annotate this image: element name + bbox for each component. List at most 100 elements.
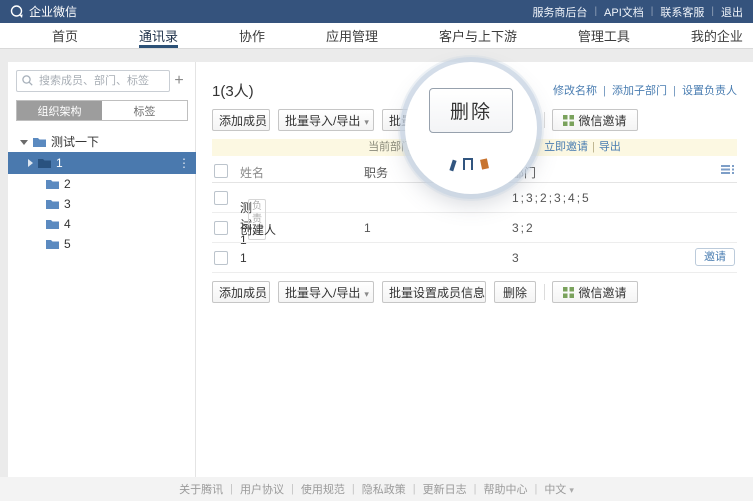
invite-now-link[interactable]: 立即邀请 (544, 139, 588, 156)
member-title: 1 (364, 221, 371, 235)
separator: | (351, 483, 355, 495)
topbar-links: 服务商后台 | API文档 | 联系客服 | 退出 (532, 4, 743, 20)
separator: | (534, 483, 538, 495)
batch-import-export-button[interactable]: 批量导入/导出 ▾ (278, 109, 374, 131)
magnified-text-fragment (449, 159, 457, 172)
kebab-icon[interactable]: ⋮ (178, 152, 190, 174)
tree-node[interactable]: 3 (8, 194, 196, 214)
tree-node-label: 测试一下 (51, 135, 100, 149)
batch-import-export-button[interactable]: 批量导入/导出 ▾ (278, 281, 374, 303)
topbar: 企业微信 服务商后台 | API文档 | 联系客服 | 退出 (0, 0, 753, 23)
row-checkbox[interactable] (214, 251, 228, 265)
sidebar-tabs: 组织架构 标签 (16, 100, 188, 121)
tab-collaboration[interactable]: 协作 (239, 23, 265, 48)
divider (544, 284, 545, 300)
tree-node-selected[interactable]: 1 ⋮ (8, 152, 196, 174)
tab-home[interactable]: 首页 (52, 23, 78, 48)
member-name: 创建人 (240, 223, 277, 237)
org-tree: 测试一下 1 ⋮ 2 3 4 5 (8, 132, 196, 254)
sidebar-search-row: + (16, 70, 188, 92)
magnified-text-fragment (480, 158, 489, 170)
select-all-checkbox[interactable] (214, 164, 228, 178)
add-member-button[interactable]: 添加成员 (212, 281, 270, 303)
language-selector[interactable]: 中文 ▾ (544, 481, 574, 497)
footer-link-changelog[interactable]: 更新日志 (423, 481, 467, 497)
row-checkbox[interactable] (214, 221, 228, 235)
member-department: 1;3;2;3;4;5 (512, 191, 591, 205)
search-box (16, 70, 170, 92)
tree-node[interactable]: 4 (8, 214, 196, 234)
export-link[interactable]: 导出 (599, 139, 621, 156)
table-row[interactable]: 创建人 1 3;2 (212, 213, 737, 243)
folder-icon (46, 180, 59, 189)
add-subdepartment-link[interactable]: 添加子部门 (612, 85, 667, 97)
tree-node-label: 4 (64, 217, 71, 231)
table-row[interactable]: 1 3 邀请 (212, 243, 737, 273)
brand-label: 企业微信 (29, 5, 78, 19)
caret-right-icon[interactable] (28, 159, 33, 167)
footer-link-privacy-policy[interactable]: 隐私政策 (362, 481, 406, 497)
tab-contacts[interactable]: 通讯录 (139, 23, 178, 48)
tree-node-label: 1 (56, 156, 63, 170)
grid-icon (563, 287, 575, 298)
chat-bubble-icon (10, 4, 23, 18)
separator: | (650, 6, 654, 17)
footer-link-help-center[interactable]: 帮助中心 (483, 481, 527, 497)
topbar-link-contact-support[interactable]: 联系客服 (660, 4, 704, 20)
invite-button[interactable]: 邀请 (695, 248, 735, 266)
magnified-text-fragment (463, 158, 473, 170)
add-member-button[interactable]: 添加成员 (212, 109, 270, 131)
separator: | (673, 85, 676, 97)
grid-icon (563, 115, 575, 126)
rename-department-link[interactable]: 修改名称 (553, 85, 597, 97)
wechat-invite-button[interactable]: 微信邀请 (552, 109, 638, 131)
footer-link-user-agreement[interactable]: 用户协议 (240, 481, 284, 497)
tab-admin-tools[interactable]: 管理工具 (578, 23, 630, 48)
footer-link-about-tencent[interactable]: 关于腾讯 (179, 481, 223, 497)
topbar-link-provider-console[interactable]: 服务商后台 (532, 4, 587, 20)
tree-node-label: 2 (64, 177, 71, 191)
batch-set-info-button[interactable]: 批量设置成员信息 (382, 281, 486, 303)
delete-button[interactable]: 删除 (494, 281, 536, 303)
tab-labels[interactable]: 标签 (102, 101, 187, 120)
tab-customers[interactable]: 客户与上下游 (439, 23, 517, 48)
divider (544, 112, 545, 128)
tab-my-enterprise[interactable]: 我的企业 (691, 23, 743, 48)
tree-node[interactable]: 2 (8, 174, 196, 194)
department-title: 1(3人) (212, 82, 254, 100)
set-leader-link[interactable]: 设置负责人 (682, 85, 737, 97)
separator: | (711, 6, 714, 17)
search-icon (22, 75, 33, 86)
tree-node-label: 5 (64, 237, 71, 251)
caret-down-icon: ▾ (364, 289, 369, 299)
caret-down-icon: ▾ (569, 485, 574, 495)
footer-link-usage-rules[interactable]: 使用规范 (301, 481, 345, 497)
tab-org-structure[interactable]: 组织架构 (17, 101, 102, 120)
separator: | (592, 141, 595, 153)
delete-button-magnified[interactable]: 删除 (428, 88, 514, 133)
folder-icon (38, 159, 51, 168)
search-input[interactable] (16, 70, 170, 92)
column-header-name: 姓名 (240, 166, 265, 180)
magnifier-overlay: 删除 (405, 62, 537, 194)
wechat-invite-button[interactable]: 微信邀请 (552, 281, 638, 303)
caret-down-icon[interactable] (20, 139, 28, 145)
separator: | (230, 483, 234, 495)
department-actions: 修改名称 | 添加子部门 | 设置负责人 (553, 82, 737, 98)
member-name: 1 (240, 251, 247, 265)
add-department-button[interactable]: + (170, 71, 188, 91)
page: 企业微信 服务商后台 | API文档 | 联系客服 | 退出 首页 通讯录 协作… (0, 0, 753, 501)
row-checkbox[interactable] (214, 191, 228, 205)
toolbar-bottom: 添加成员 批量导入/导出 ▾ 批量设置成员信息 删除 微信邀请 (212, 281, 737, 304)
topbar-link-api-docs[interactable]: API文档 (604, 4, 644, 20)
tree-node-root[interactable]: 测试一下 (8, 132, 196, 152)
sidebar: + 组织架构 标签 测试一下 (8, 62, 196, 477)
member-department: 3 (512, 251, 521, 265)
columns-icon[interactable] (720, 163, 735, 176)
separator: | (473, 483, 477, 495)
folder-icon (46, 240, 59, 249)
tree-node[interactable]: 5 (8, 234, 196, 254)
tab-app-management[interactable]: 应用管理 (326, 23, 378, 48)
separator: | (291, 483, 294, 495)
topbar-link-logout[interactable]: 退出 (721, 4, 743, 20)
